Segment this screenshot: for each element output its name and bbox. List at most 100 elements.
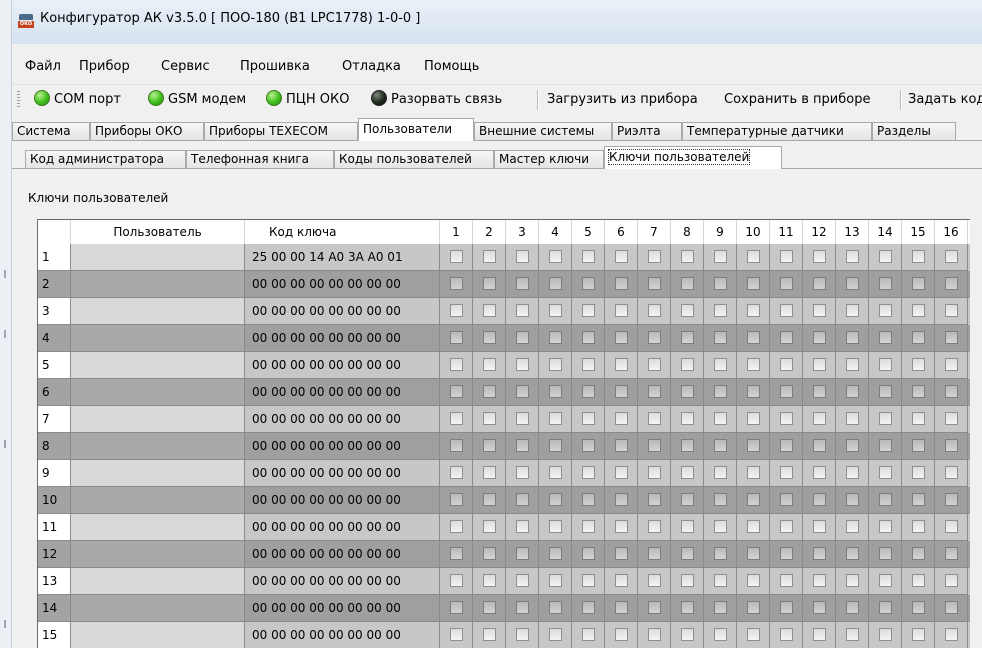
partition-checkbox[interactable] [714,277,727,290]
partition-checkbox[interactable] [516,601,529,614]
user-cell[interactable] [71,595,245,622]
partition-checkbox[interactable] [945,466,958,479]
partition-checkbox[interactable] [714,250,727,263]
key-code-cell[interactable]: 00 00 00 00 00 00 00 00 [245,622,440,648]
partition-checkbox[interactable] [879,331,892,344]
partition-checkbox[interactable] [846,574,859,587]
partition-checkbox[interactable] [582,277,595,290]
partition-checkbox[interactable] [615,277,628,290]
partition-checkbox[interactable] [450,547,463,560]
partition-checkbox[interactable] [648,520,661,533]
table-row[interactable]: 14 00 00 00 00 00 00 00 00 [38,595,970,622]
partition-checkbox[interactable] [450,466,463,479]
partition-checkbox[interactable] [846,304,859,317]
partition-checkbox[interactable] [615,439,628,452]
title-bar[interactable]: OKO Конфигуратор АК v3.5.0 [ ПОО-180 (B1… [12,0,982,44]
row-number-cell[interactable]: 10 [38,487,71,514]
table-row[interactable]: 15 00 00 00 00 00 00 00 00 [38,622,970,648]
partition-checkbox[interactable] [681,547,694,560]
partition-checkbox[interactable] [516,331,529,344]
partition-checkbox[interactable] [615,466,628,479]
partition-checkbox[interactable] [549,358,562,371]
partition-checkbox[interactable] [912,412,925,425]
partition-checkbox[interactable] [648,493,661,506]
partition-checkbox[interactable] [681,628,694,641]
table-row[interactable]: 12 00 00 00 00 00 00 00 00 [38,541,970,568]
partition-checkbox[interactable] [813,358,826,371]
partition-checkbox[interactable] [615,601,628,614]
partition-checkbox[interactable] [582,412,595,425]
partition-checkbox[interactable] [780,439,793,452]
partition-checkbox[interactable] [714,574,727,587]
partition-checkbox[interactable] [681,385,694,398]
partition-checkbox[interactable] [483,601,496,614]
partition-checkbox[interactable] [450,520,463,533]
key-code-column-header[interactable]: Код ключа [245,220,440,244]
partition-checkbox[interactable] [747,277,760,290]
partition-checkbox[interactable] [747,520,760,533]
user-cell[interactable] [71,379,245,406]
key-code-cell[interactable]: 00 00 00 00 00 00 00 00 [245,433,440,460]
partition-checkbox[interactable] [516,628,529,641]
partition-checkbox[interactable] [549,547,562,560]
partition-column-header[interactable]: 11 [770,220,803,244]
partition-checkbox[interactable] [813,466,826,479]
partition-checkbox[interactable] [648,547,661,560]
partition-column-header[interactable]: 15 [902,220,935,244]
partition-checkbox[interactable] [483,250,496,263]
partition-checkbox[interactable] [549,331,562,344]
partition-checkbox[interactable] [681,574,694,587]
partition-checkbox[interactable] [912,331,925,344]
partition-checkbox[interactable] [615,628,628,641]
partition-checkbox[interactable] [615,520,628,533]
partition-checkbox[interactable] [681,466,694,479]
partition-checkbox[interactable] [681,250,694,263]
partition-checkbox[interactable] [813,250,826,263]
user-cell[interactable] [71,244,245,271]
row-number-cell[interactable]: 11 [38,514,71,541]
partition-checkbox[interactable] [483,277,496,290]
partition-checkbox[interactable] [582,439,595,452]
partition-checkbox[interactable] [714,331,727,344]
partition-checkbox[interactable] [714,547,727,560]
user-cell[interactable] [71,271,245,298]
partition-checkbox[interactable] [879,385,892,398]
partition-checkbox[interactable] [615,331,628,344]
partition-checkbox[interactable] [549,412,562,425]
menu-service[interactable]: Сервис [161,57,210,77]
partition-checkbox[interactable] [747,466,760,479]
partition-checkbox[interactable] [846,493,859,506]
set-code-button[interactable]: Задать код [908,88,982,112]
tab-master-keys[interactable]: Мастер ключи [494,150,604,168]
key-code-cell[interactable]: 00 00 00 00 00 00 00 00 [245,514,440,541]
user-cell[interactable] [71,352,245,379]
partition-checkbox[interactable] [846,358,859,371]
disconnect-button[interactable]: Разорвать связь [371,88,502,112]
partition-checkbox[interactable] [714,439,727,452]
partition-checkbox[interactable] [813,628,826,641]
tab-user-codes[interactable]: Коды пользователей [334,150,494,168]
partition-checkbox[interactable] [945,493,958,506]
partition-checkbox[interactable] [945,520,958,533]
partition-checkbox[interactable] [714,520,727,533]
partition-checkbox[interactable] [780,250,793,263]
partition-checkbox[interactable] [879,628,892,641]
partition-checkbox[interactable] [813,331,826,344]
row-number-cell[interactable]: 9 [38,460,71,487]
partition-checkbox[interactable] [780,412,793,425]
partition-checkbox[interactable] [516,493,529,506]
partition-checkbox[interactable] [747,493,760,506]
partition-checkbox[interactable] [945,358,958,371]
row-number-cell[interactable]: 5 [38,352,71,379]
partition-checkbox[interactable] [912,628,925,641]
partition-checkbox[interactable] [615,304,628,317]
partition-column-header[interactable]: 4 [539,220,572,244]
partition-checkbox[interactable] [747,547,760,560]
row-number-cell[interactable]: 15 [38,622,71,648]
partition-checkbox[interactable] [813,277,826,290]
partition-checkbox[interactable] [483,331,496,344]
partition-checkbox[interactable] [747,439,760,452]
partition-checkbox[interactable] [780,358,793,371]
tab-system[interactable]: Система [12,122,90,140]
partition-checkbox[interactable] [714,466,727,479]
